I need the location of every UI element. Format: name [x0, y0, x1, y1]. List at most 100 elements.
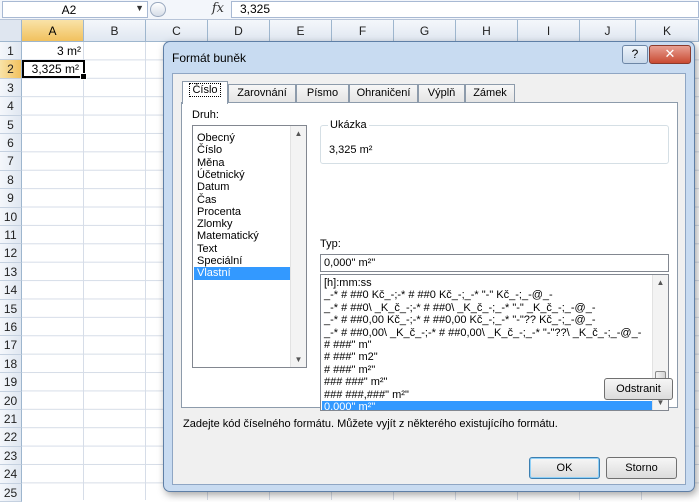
help-button[interactable]: ?: [622, 45, 648, 64]
column-headers: A B C D E F G H I J K: [0, 20, 699, 42]
delete-format-button[interactable]: Odstranit: [604, 378, 673, 400]
row-header[interactable]: 1: [0, 42, 22, 61]
row-header[interactable]: 9: [0, 189, 22, 208]
dialog-body: Číslo Zarovnání Písmo Ohraničení Výplň Z…: [172, 73, 686, 485]
name-box[interactable]: A2 ▼: [2, 1, 148, 18]
tab-vypln[interactable]: Výplň: [418, 84, 465, 103]
format-item[interactable]: # ###" m2": [322, 351, 652, 363]
row-header[interactable]: 14: [0, 281, 22, 300]
type-input[interactable]: 0,000" m²": [320, 254, 669, 272]
row-header[interactable]: 17: [0, 336, 22, 355]
category-item[interactable]: Matematický: [194, 230, 291, 242]
column-header-i[interactable]: I: [518, 20, 580, 42]
category-item[interactable]: Měna: [194, 157, 291, 169]
tab-zarovnani[interactable]: Zarovnání: [228, 84, 296, 103]
row-header[interactable]: 12: [0, 244, 22, 263]
column-header-c[interactable]: C: [146, 20, 208, 42]
row-header[interactable]: 8: [0, 170, 22, 190]
category-item[interactable]: Číslo: [194, 144, 291, 156]
row-header[interactable]: 21: [0, 410, 22, 429]
tab-panel-number: Druh: Obecný Číslo Měna Účetnický Datum …: [181, 102, 678, 411]
format-item[interactable]: _-* # ##0\ _K_č_-;-* # ##0\ _K_č_-;_-* "…: [322, 302, 652, 314]
dialog-title: Formát buněk: [172, 51, 247, 65]
tab-cislo[interactable]: Číslo: [182, 81, 228, 104]
category-item[interactable]: Datum: [194, 181, 291, 193]
column-header-d[interactable]: D: [208, 20, 270, 42]
row-header[interactable]: 23: [0, 446, 22, 466]
category-item[interactable]: Text: [194, 243, 291, 255]
column-header-k[interactable]: K: [636, 20, 699, 42]
column-header-f[interactable]: F: [332, 20, 394, 42]
row-header[interactable]: 22: [0, 428, 22, 447]
format-item[interactable]: _-* # ##0,00 Kč_-;-* # ##0,00 Kč_-;_-* "…: [322, 314, 652, 326]
format-item-selected[interactable]: 0,000" m²": [322, 401, 652, 410]
category-label: Druh:: [192, 109, 219, 121]
column-header-b[interactable]: B: [84, 20, 146, 42]
format-item[interactable]: # ###" m²": [322, 364, 652, 376]
close-button[interactable]: ✕: [649, 45, 691, 64]
chevron-down-icon[interactable]: ▼: [135, 3, 144, 13]
category-item[interactable]: Účetnický: [194, 169, 291, 181]
cell-a1[interactable]: 3 m²: [22, 42, 85, 60]
category-item[interactable]: Čas: [194, 194, 291, 206]
row-header[interactable]: 7: [0, 152, 22, 171]
row-header[interactable]: 18: [0, 354, 22, 374]
row-header[interactable]: 2: [0, 60, 22, 79]
column-header-j[interactable]: J: [580, 20, 636, 42]
row-header[interactable]: 3: [0, 78, 22, 98]
scroll-down-arrow-icon[interactable]: ▼: [291, 352, 306, 367]
column-header-a[interactable]: A: [22, 20, 84, 42]
row-header[interactable]: 11: [0, 226, 22, 245]
format-item[interactable]: ### ###,###" m²": [322, 389, 652, 401]
row-header[interactable]: 25: [0, 483, 22, 502]
formula-bar-resize-handle[interactable]: [150, 2, 166, 17]
tab-ohraniceni[interactable]: Ohraničení: [349, 84, 418, 103]
category-item-selected[interactable]: Vlastní: [194, 267, 291, 280]
row-header[interactable]: 15: [0, 299, 22, 318]
format-item[interactable]: # ###" m": [322, 339, 652, 351]
row-header[interactable]: 13: [0, 262, 22, 282]
select-all-corner[interactable]: [0, 20, 22, 42]
scroll-up-arrow-icon[interactable]: ▲: [291, 126, 306, 141]
category-item[interactable]: Obecný: [194, 132, 291, 144]
tab-pismo[interactable]: Písmo: [296, 84, 349, 103]
fx-icon[interactable]: fx: [212, 1, 224, 16]
category-item[interactable]: Procenta: [194, 206, 291, 218]
cancel-button[interactable]: Storno: [606, 457, 677, 479]
category-scrollbar[interactable]: ▲ ▼: [290, 126, 306, 367]
sample-group: Ukázka 3,325 m²: [320, 119, 669, 164]
category-item[interactable]: Speciální: [194, 255, 291, 267]
format-cells-dialog: Formát buněk ? ✕ Číslo Zarovnání Písmo O…: [163, 41, 695, 492]
row-header[interactable]: 19: [0, 373, 22, 392]
row-header[interactable]: 20: [0, 391, 22, 410]
column-header-h[interactable]: H: [456, 20, 518, 42]
sample-label: Ukázka: [328, 119, 369, 131]
row-header[interactable]: 4: [0, 97, 22, 116]
row-header[interactable]: 6: [0, 134, 22, 153]
row-header[interactable]: 16: [0, 318, 22, 337]
cell-a2-active[interactable]: 3,325 m²: [22, 60, 87, 80]
close-icon: ✕: [664, 46, 676, 61]
format-item[interactable]: _-* # ##0,00\ _K_č_-;-* # ##0,00\ _K_č_-…: [322, 327, 652, 339]
column-header-e[interactable]: E: [270, 20, 332, 42]
formula-bar-buttons: fx: [166, 1, 230, 18]
name-box-value: A2: [61, 3, 77, 17]
hint-text: Zadejte kód číselného formátu. Můžete vy…: [183, 418, 558, 430]
category-list[interactable]: Obecný Číslo Měna Účetnický Datum Čas Pr…: [192, 125, 307, 368]
format-item[interactable]: [h]:mm:ss: [322, 277, 652, 289]
column-header-g[interactable]: G: [394, 20, 456, 42]
row-header[interactable]: 5: [0, 115, 22, 134]
tab-zamek[interactable]: Zámek: [465, 84, 515, 103]
formula-bar: A2 ▼ fx 3,325: [0, 0, 699, 20]
dialog-titlebar[interactable]: Formát buněk ? ✕: [164, 42, 694, 74]
sample-value: 3,325 m²: [329, 144, 373, 156]
type-label: Typ:: [320, 238, 341, 250]
formula-input[interactable]: 3,325: [231, 1, 699, 18]
format-item[interactable]: _-* # ##0 Kč_-;-* # ##0 Kč_-;_-* "-" Kč_…: [322, 289, 652, 301]
row-header[interactable]: 10: [0, 207, 22, 226]
category-item[interactable]: Zlomky: [194, 218, 291, 230]
scroll-up-arrow-icon[interactable]: ▲: [653, 275, 668, 290]
format-item[interactable]: ### ###" m²": [322, 376, 652, 388]
ok-button[interactable]: OK: [529, 457, 600, 479]
row-header[interactable]: 24: [0, 465, 22, 484]
